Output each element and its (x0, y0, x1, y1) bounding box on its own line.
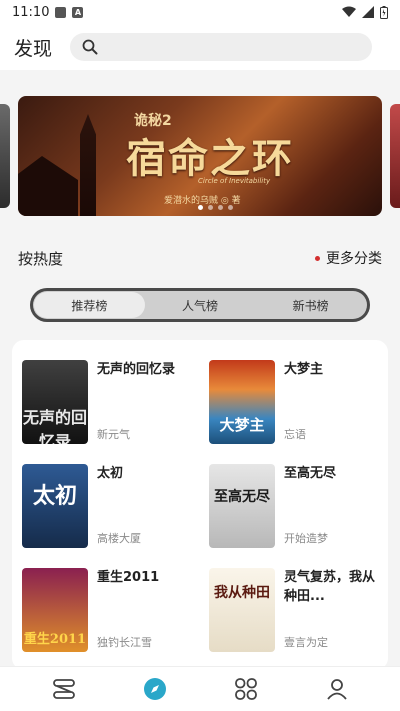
book-item[interactable]: 重生2011 重生2011 独钓长江雪 (22, 568, 209, 652)
book-list: 无声的回忆录 无声的回忆录 新元气 大梦主 大梦主 忘语 太初 太初 高楼大厦 (12, 340, 388, 670)
book-title: 灵气复苏，我从种田... (284, 570, 376, 604)
search-bar[interactable] (70, 33, 372, 61)
book-author: 高楼大厦 (97, 532, 141, 545)
prev-banner-card[interactable] (0, 104, 10, 208)
book-item[interactable]: 无声的回忆录 无声的回忆录 新元气 (22, 360, 209, 444)
book-title: 重生2011 (97, 570, 160, 585)
bookshelf-icon (52, 679, 75, 699)
category-icon (234, 678, 257, 700)
book-author: 新元气 (97, 428, 130, 441)
banner-page-indicator (198, 205, 233, 210)
book-title: 大梦主 (284, 362, 324, 377)
page-dot (228, 205, 233, 210)
banner-english-title: Circle of Inevitability (198, 177, 271, 185)
battery-icon (380, 5, 388, 19)
page-dot (198, 205, 203, 210)
book-cover: 重生2011 (22, 568, 88, 652)
tab-new-books[interactable]: 新书榜 (255, 292, 366, 318)
banner-main-title: 宿命之环 (126, 135, 294, 182)
section-header: 按热度 更多分类 (0, 240, 400, 276)
book-item[interactable]: 至高无尽 至高无尽 开始造梦 (209, 464, 396, 548)
cover-title: 大梦主 (219, 416, 265, 434)
next-banner-card[interactable] (390, 104, 400, 208)
banner-castle-art (18, 156, 78, 216)
book-cover: 无声的回忆录 (22, 360, 88, 444)
section-title: 按热度 (18, 249, 64, 268)
tab-recommended[interactable]: 推荐榜 (34, 292, 145, 318)
book-title: 至高无尽 (284, 466, 337, 481)
search-icon (82, 39, 98, 55)
book-item[interactable]: 我从种田 灵气复苏，我从种田... 壹言为定 (209, 568, 396, 652)
book-title: 太初 (97, 466, 124, 481)
page-dot (208, 205, 213, 210)
bottom-navigation (0, 666, 400, 711)
search-input[interactable] (104, 39, 360, 55)
cover-title: 我从种田 (214, 585, 270, 601)
book-title: 无声的回忆录 (97, 362, 176, 377)
profile-icon (326, 679, 347, 700)
header: 发现 (0, 24, 400, 70)
discover-icon (143, 678, 166, 700)
book-cover: 太初 (22, 464, 88, 548)
banner-carousel[interactable]: 诡秘2 宿命之环 Circle of Inevitability 爱潜水的乌贼 … (0, 96, 400, 220)
banner-card[interactable]: 诡秘2 宿命之环 Circle of Inevitability 爱潜水的乌贼 … (18, 96, 382, 216)
red-dot-badge (315, 255, 320, 261)
status-time: 11:10 (12, 4, 50, 20)
page-dot (218, 205, 223, 210)
book-cover: 至高无尽 (209, 464, 275, 548)
wifi-icon (342, 6, 356, 17)
book-author: 壹言为定 (284, 636, 328, 649)
book-author: 开始造梦 (284, 532, 328, 545)
cover-title: 重生2011 (23, 632, 87, 647)
more-categories-label: 更多分类 (326, 251, 382, 267)
book-item[interactable]: 大梦主 大梦主 忘语 (209, 360, 396, 444)
cover-title: 太初 (32, 483, 77, 509)
nav-discover[interactable] (135, 669, 175, 709)
page-title: 发现 (14, 37, 53, 60)
signal-icon (362, 6, 374, 18)
a-notification-icon: A (72, 6, 84, 18)
cover-title: 无声的回忆录 (22, 408, 87, 444)
nav-bookshelf[interactable] (44, 669, 84, 709)
book-author: 独钓长江雪 (97, 636, 152, 649)
nav-category[interactable] (226, 669, 266, 709)
book-author: 忘语 (284, 428, 306, 441)
gallery-notification-icon (55, 6, 67, 18)
book-cover: 我从种田 (209, 568, 275, 652)
ranking-tabs: 推荐榜 人气榜 新书榜 (30, 288, 370, 322)
tab-popular[interactable]: 人气榜 (145, 292, 256, 318)
status-bar: 11:10 A (0, 0, 400, 24)
book-item[interactable]: 太初 太初 高楼大厦 (22, 464, 209, 548)
cover-title: 至高无尽 (214, 489, 270, 505)
more-categories-link[interactable]: 更多分类 (315, 248, 382, 268)
nav-profile[interactable] (317, 669, 357, 709)
book-cover: 大梦主 (209, 360, 275, 444)
